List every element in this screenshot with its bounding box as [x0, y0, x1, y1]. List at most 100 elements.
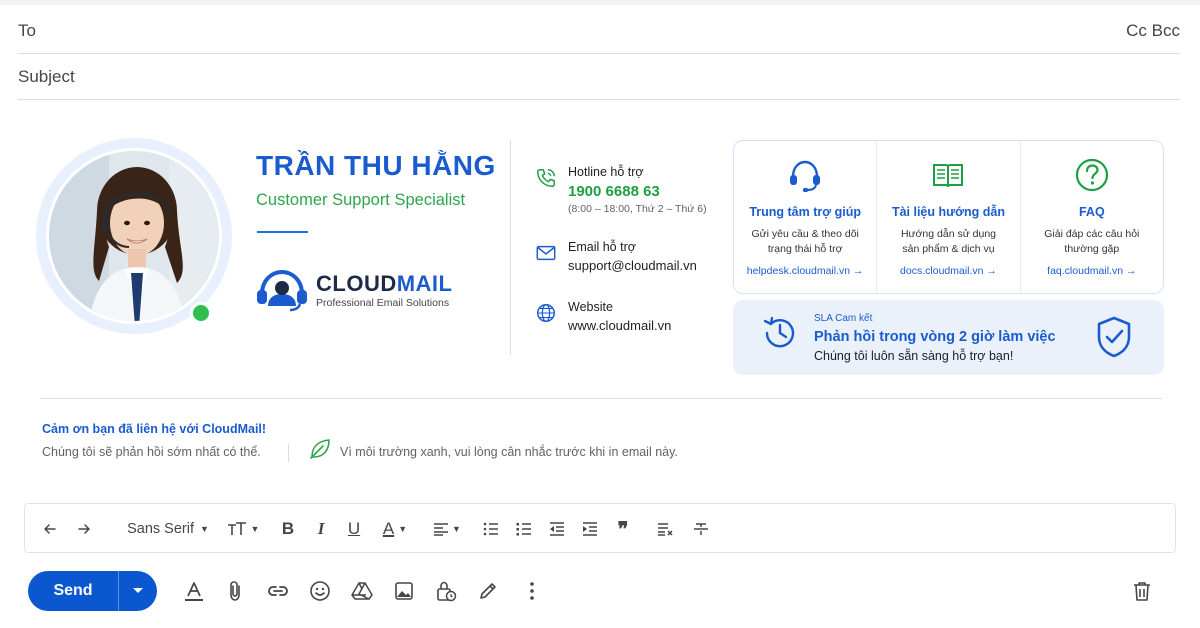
- quote-icon: ❞: [617, 518, 629, 541]
- drive-icon: [351, 582, 373, 600]
- text-format-icon: [185, 582, 203, 601]
- bulleted-list-button[interactable]: [512, 504, 536, 554]
- card-faq-link[interactable]: faq.cloudmail.vn →: [1021, 265, 1163, 277]
- signature-role: Customer Support Specialist: [256, 191, 466, 209]
- to-row[interactable]: To Cc Bcc: [18, 8, 1180, 54]
- online-status-dot: [190, 302, 212, 324]
- card-help-center[interactable]: Trung tâm trợ giúp Gửi yêu cầu & theo dõ…: [734, 141, 878, 293]
- window-top-edge: [0, 0, 1200, 5]
- send-button-group: Send: [28, 571, 157, 611]
- indent-more-icon: [583, 522, 597, 536]
- email-signature: TRẦN THU HẰNG Customer Support Specialis…: [0, 100, 1200, 400]
- card-docs-desc: Hướng dẫn sử dụng sản phẩm & dịch vụ: [885, 227, 1011, 257]
- subject-field[interactable]: Subject: [18, 54, 1180, 100]
- strikethrough-button[interactable]: [689, 504, 713, 554]
- remove-formatting-button[interactable]: [653, 504, 677, 554]
- quote-button[interactable]: ❞: [611, 504, 635, 554]
- text-size-icon: [227, 522, 246, 535]
- emoji-icon: [310, 581, 330, 601]
- card-faq[interactable]: FAQ Giải đáp các câu hỏi thường gặp faq.c…: [1021, 141, 1163, 293]
- confidential-mode-button[interactable]: [428, 573, 464, 609]
- send-button[interactable]: Send: [28, 571, 118, 611]
- numbered-list-button[interactable]: [479, 504, 503, 554]
- font-family-select[interactable]: Sans Serif ▼: [125, 504, 211, 554]
- website-link[interactable]: www.cloudmail.vn: [568, 318, 671, 333]
- redo-icon: [78, 524, 90, 534]
- globe-icon: [537, 304, 555, 322]
- font-size-button[interactable]: ▼: [225, 504, 261, 554]
- font-caret-icon: ▼: [199, 524, 209, 534]
- card-docs-link[interactable]: docs.cloudmail.vn →: [877, 265, 1019, 277]
- support-email-link[interactable]: support@cloudmail.vn: [568, 258, 697, 273]
- align-left-icon: [434, 523, 449, 536]
- text-color-caret-icon: ▼: [398, 524, 408, 534]
- signature-name: TRẦN THU HẰNG: [256, 150, 496, 181]
- more-vertical-icon: [530, 582, 534, 600]
- thanks-message: Cảm ơn bạn đã liên hệ với CloudMail!: [42, 422, 267, 436]
- indent-less-button[interactable]: [545, 504, 569, 554]
- trash-icon: [1134, 582, 1150, 601]
- italic-button[interactable]: I: [308, 504, 334, 554]
- redo-button[interactable]: [69, 504, 99, 554]
- card-docs-desc-line2: sản phẩm & dịch vụ: [902, 243, 995, 255]
- contact-hotline: Hotline hỗ trợ 1900 6688 63 (8:00 – 18:0…: [535, 165, 725, 225]
- discard-draft-button[interactable]: [1124, 573, 1160, 609]
- font-family-value: Sans Serif: [127, 521, 194, 537]
- hotline-number[interactable]: 1900 6688 63: [568, 183, 660, 200]
- sla-headline: Phản hồi trong vòng 2 giờ làm việc: [814, 329, 1056, 345]
- card-faq-desc: Giải đáp các câu hỏi thường gặp: [1029, 227, 1155, 257]
- chevron-down-icon: [133, 588, 143, 593]
- card-faq-desc-line2: thường gặp: [1064, 243, 1120, 255]
- more-options-button[interactable]: [514, 573, 550, 609]
- lock-clock-icon: [437, 581, 457, 602]
- clock-history-icon: [763, 316, 795, 348]
- card-docs[interactable]: Tài liệu hướng dẫn Hướng dẫn sử dụng sản …: [877, 141, 1021, 293]
- formatting-options-button[interactable]: [176, 573, 212, 609]
- sla-note: Chúng tôi luôn sẵn sàng hỗ trợ bạn!: [814, 349, 1014, 363]
- bulleted-list-icon: [516, 523, 531, 536]
- eco-message: Vì môi trường xanh, vui lòng cân nhắc tr…: [340, 445, 678, 459]
- insert-drive-button[interactable]: [344, 573, 380, 609]
- insert-emoji-button[interactable]: [302, 573, 338, 609]
- leaf-icon: [310, 439, 330, 459]
- text-color-icon: A: [382, 519, 395, 538]
- to-label: To: [18, 20, 36, 40]
- sla-kicker: SLA Cam kết: [814, 313, 873, 324]
- brand-name-mail: MAIL: [396, 271, 453, 296]
- footer-separator: [288, 444, 289, 462]
- underline-icon: U: [347, 519, 361, 538]
- signature-footer-divider: [40, 398, 1162, 399]
- question-icon: [1075, 158, 1108, 192]
- text-color-button[interactable]: A ▼: [375, 504, 415, 554]
- attach-file-button[interactable]: [218, 573, 254, 609]
- underline-button[interactable]: U: [341, 504, 367, 554]
- brand-name: CLOUDMAIL: [316, 271, 452, 297]
- mail-icon: [536, 245, 556, 261]
- bold-button[interactable]: B: [275, 504, 301, 554]
- hotline-hours: (8:00 – 18:00, Thứ 2 – Thứ 6): [568, 203, 707, 215]
- brand-logo: CLOUDMAIL Professional Email Solutions: [256, 268, 486, 314]
- hotline-label: Hotline hỗ trợ: [568, 165, 644, 179]
- send-options-button[interactable]: [119, 571, 157, 611]
- strikethrough-icon: [694, 523, 708, 535]
- avatar-portrait: [49, 151, 219, 321]
- book-icon: [933, 164, 964, 188]
- bold-icon: B: [281, 519, 295, 538]
- align-button[interactable]: ▼: [429, 504, 465, 554]
- insert-link-button[interactable]: [260, 573, 296, 609]
- insert-photo-button[interactable]: [386, 573, 422, 609]
- reply-message: Chúng tôi sẽ phản hồi sớm nhất có thể.: [42, 445, 261, 459]
- numbered-list-icon: [483, 522, 498, 536]
- indent-more-button[interactable]: [578, 504, 602, 554]
- contact-website: Website www.cloudmail.vn: [535, 300, 725, 345]
- align-caret-icon: ▼: [452, 524, 461, 534]
- subject-placeholder: Subject: [18, 66, 75, 86]
- contact-email: Email hỗ trợ support@cloudmail.vn: [535, 240, 725, 285]
- card-help-center-desc-line1: Gửi yêu cầu & theo dõi: [751, 228, 859, 240]
- card-help-center-link[interactable]: helpdesk.cloudmail.vn →: [734, 265, 876, 277]
- clear-format-icon: [658, 523, 673, 536]
- cc-bcc-button[interactable]: Cc Bcc: [1126, 21, 1180, 41]
- support-cards: Trung tâm trợ giúp Gửi yêu cầu & theo dõ…: [733, 140, 1164, 294]
- signature-button[interactable]: [470, 573, 506, 609]
- undo-button[interactable]: [35, 504, 65, 554]
